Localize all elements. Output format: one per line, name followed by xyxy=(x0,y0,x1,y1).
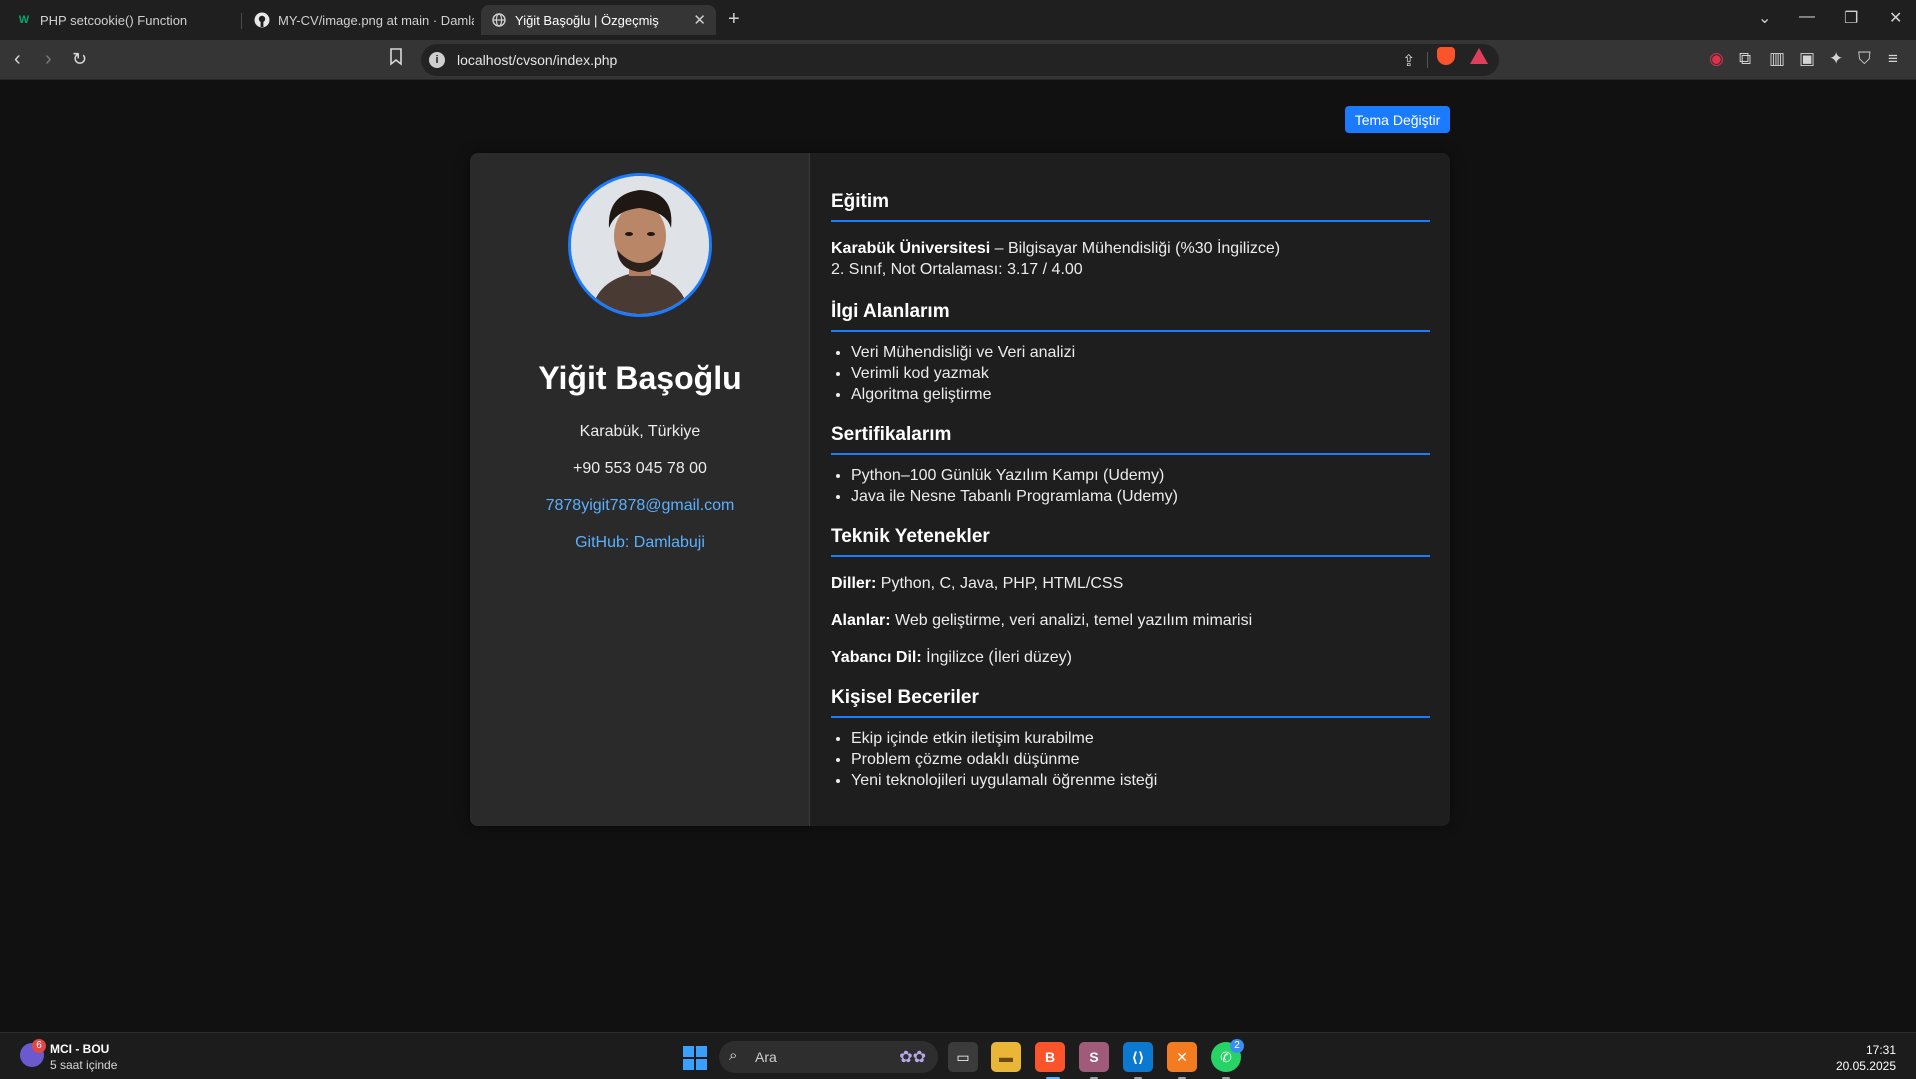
profile-location: Karabük, Türkiye xyxy=(579,423,701,440)
areas-label: Alanlar: xyxy=(831,612,891,629)
clock-time: 17:31 xyxy=(1865,1043,1896,1057)
theme-toggle-button[interactable]: Tema Değiştir xyxy=(1345,106,1450,133)
list-item: Veri Mühendisliği ve Veri analizi xyxy=(851,342,1075,363)
media-record-icon[interactable]: ◉ xyxy=(1709,50,1724,68)
list-item: Algoritma geliştirme xyxy=(851,384,1075,405)
profile-phone: +90 553 045 78 00 xyxy=(573,460,707,477)
browser-toolbar: ‹ › ↻ i localhost/cvson/index.php ⇪ ◉ ⧉ … xyxy=(0,40,1916,80)
new-tab-button[interactable]: + xyxy=(728,8,740,31)
search-placeholder: Ara xyxy=(755,1049,777,1065)
section-title-interests: İlgi Alanlarım xyxy=(831,301,1430,332)
section-title-personal: Kişisel Beceriler xyxy=(831,687,1430,718)
personal-skills-list: Ekip içinde etkin iletişim kurabilme Pro… xyxy=(851,728,1157,791)
browser-tab-strip: W PHP setcookie() Function MY-CV/image.p… xyxy=(0,0,1916,40)
vscode-icon[interactable]: ⟨⟩ xyxy=(1123,1042,1153,1072)
brave-browser-icon[interactable]: B xyxy=(1035,1042,1065,1072)
tab-github[interactable]: MY-CV/image.png at main · Damlab xyxy=(244,5,474,35)
brave-shields-icon[interactable] xyxy=(1437,47,1455,65)
share-icon[interactable]: ⇪ xyxy=(1402,51,1415,71)
restore-icon[interactable]: ❐ xyxy=(1844,8,1858,28)
section-title-certificates: Sertifikalarım xyxy=(831,424,1430,455)
profile-photo xyxy=(568,173,712,317)
profile-name: Yiğit Başoğlu xyxy=(538,360,742,396)
tab-separator xyxy=(241,13,242,29)
languages-value: Python, C, Java, PHP, HTML/CSS xyxy=(876,575,1124,592)
windows-taskbar: 6 MCI - BOU 5 saat içinde ⌕ Ara ✿✿ ▭ ▬ B… xyxy=(0,1032,1916,1079)
start-button[interactable] xyxy=(683,1046,707,1070)
close-tab-icon[interactable]: ✕ xyxy=(693,11,706,29)
profile-email-link[interactable]: 7878yigit7878@gmail.com xyxy=(470,497,810,515)
w3schools-icon: W xyxy=(18,14,30,26)
list-item: Ekip içinde etkin iletişim kurabilme xyxy=(851,728,1157,749)
divider xyxy=(1427,52,1428,68)
list-item: Verimli kod yazmak xyxy=(851,363,1075,384)
back-icon[interactable]: ‹ xyxy=(14,48,21,70)
weather-badge: 6 xyxy=(32,1039,46,1053)
vpn-shield-icon[interactable]: ⛉ xyxy=(1858,50,1871,68)
technical-languages: Diller: Python, C, Java, PHP, HTML/CSS xyxy=(831,575,1123,593)
forward-icon[interactable]: › xyxy=(45,48,52,70)
tab-title: MY-CV/image.png at main · Damlab xyxy=(278,12,474,28)
section-title-technical: Teknik Yetenekler xyxy=(831,526,1430,557)
taskbar-search[interactable]: ⌕ Ara ✿✿ xyxy=(719,1041,938,1073)
section-title-education: Eğitim xyxy=(831,191,1430,222)
sidebar-icon[interactable]: ▥ xyxy=(1769,50,1785,68)
reload-icon[interactable]: ↻ xyxy=(72,48,87,70)
brave-rewards-icon[interactable] xyxy=(1470,48,1488,64)
technical-areas: Alanlar: Web geliştirme, veri analizi, t… xyxy=(831,612,1252,630)
sublime-text-icon[interactable]: S xyxy=(1079,1042,1109,1072)
interests-list: Veri Mühendisliği ve Veri analizi Veriml… xyxy=(851,342,1075,405)
close-window-icon[interactable]: ✕ xyxy=(1889,8,1902,28)
tab-cv[interactable]: Yiğit Başoğlu | Özgeçmiş ✕ xyxy=(481,5,716,35)
search-highlight-icon: ✿✿ xyxy=(899,1049,926,1066)
site-info-icon[interactable]: i xyxy=(429,52,445,68)
areas-value: Web geliştirme, veri analizi, temel yazı… xyxy=(890,612,1253,629)
search-icon: ⌕ xyxy=(729,1047,738,1064)
tab-php-setcookie[interactable]: W PHP setcookie() Function xyxy=(6,5,236,35)
list-item: Yeni teknolojileri uygulamalı öğrenme is… xyxy=(851,770,1157,791)
cv-card: Yiğit Başoğlu Karabük, Türkiye +90 553 0… xyxy=(470,153,1450,826)
windows-logo-tile xyxy=(696,1059,707,1070)
github-icon xyxy=(254,12,270,28)
file-explorer-icon[interactable]: ▬ xyxy=(991,1042,1021,1072)
education-school: Karabük Üniversitesi xyxy=(831,240,991,257)
bookmark-icon[interactable] xyxy=(389,48,403,72)
education-program: – Bilgisayar Mühendisliği (%30 İngilizce… xyxy=(990,240,1281,257)
menu-icon[interactable]: ≡ xyxy=(1888,50,1898,68)
list-item: Problem çözme odaklı düşünme xyxy=(851,749,1157,770)
languages-label: Diller: xyxy=(831,575,877,592)
windows-logo-tile xyxy=(683,1046,694,1057)
profile-github-link[interactable]: GitHub: Damlabuji xyxy=(470,534,810,552)
list-item: Python–100 Günlük Yazılım Kampı (Udemy) xyxy=(851,465,1178,486)
education-details: 2. Sınıf, Not Ortalaması: 3.17 / 4.00 xyxy=(831,261,1083,278)
tab-search-chevron-icon[interactable]: ⌄ xyxy=(1758,8,1771,28)
extensions-icon[interactable]: ⧉ xyxy=(1739,50,1751,68)
education-school-line: Karabük Üniversitesi – Bilgisayar Mühend… xyxy=(831,240,1280,258)
system-clock[interactable]: 17:31 20.05.2025 xyxy=(1836,1042,1896,1074)
weather-subtitle[interactable]: 5 saat içinde xyxy=(50,1058,117,1072)
technical-foreign-language: Yabancı Dil: İngilizce (İleri düzey) xyxy=(831,649,1072,667)
list-item: Java ile Nesne Tabanlı Programlama (Udem… xyxy=(851,486,1178,507)
tab-title: Yiğit Başoğlu | Özgeçmiş xyxy=(515,12,659,28)
url-text[interactable]: localhost/cvson/index.php xyxy=(457,52,617,68)
details-panel: Eğitim Karabük Üniversitesi – Bilgisayar… xyxy=(831,153,1431,826)
windows-logo-tile xyxy=(683,1059,694,1070)
wallet-icon[interactable]: ▣ xyxy=(1799,50,1815,68)
minimize-icon[interactable]: — xyxy=(1799,8,1815,26)
weather-title[interactable]: MCI - BOU xyxy=(50,1042,109,1056)
foreign-label: Yabancı Dil: xyxy=(831,649,922,666)
address-bar[interactable]: i localhost/cvson/index.php ⇪ xyxy=(421,44,1499,76)
windows-logo-tile xyxy=(696,1046,707,1057)
xampp-icon[interactable]: ✕ xyxy=(1167,1042,1197,1072)
foreign-value: İngilizce (İleri düzey) xyxy=(921,649,1072,666)
whatsapp-badge: 2 xyxy=(1230,1039,1244,1053)
globe-icon xyxy=(491,12,507,28)
profile-panel: Yiğit Başoğlu Karabük, Türkiye +90 553 0… xyxy=(470,153,810,826)
certificates-list: Python–100 Günlük Yazılım Kampı (Udemy) … xyxy=(851,465,1178,507)
task-view-icon[interactable]: ▭ xyxy=(948,1042,978,1072)
leo-ai-icon[interactable]: ✦ xyxy=(1829,50,1843,68)
tab-title: PHP setcookie() Function xyxy=(40,12,188,28)
clock-date: 20.05.2025 xyxy=(1835,1059,1896,1073)
